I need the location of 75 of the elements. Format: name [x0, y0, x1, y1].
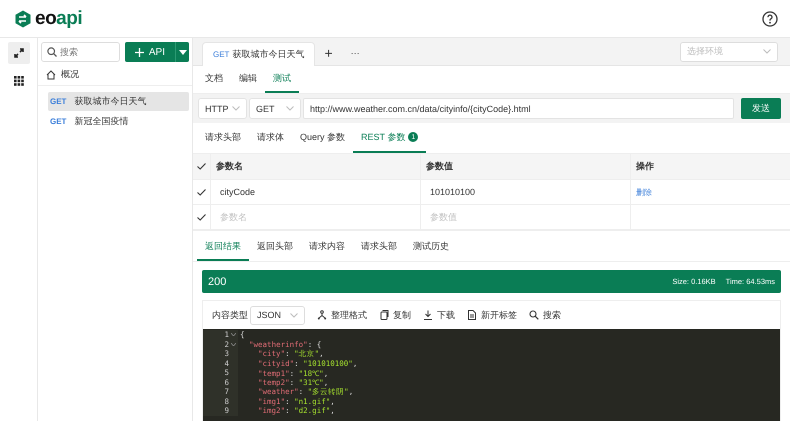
chevron-icon [286, 106, 294, 111]
toolbar-button[interactable]: 搜索 [529, 308, 561, 322]
mode-tab[interactable]: 文档 [197, 66, 231, 93]
response-tab[interactable]: 返回头部 [249, 234, 301, 261]
column-header: 参数值 [426, 160, 453, 173]
status-code: 200 [208, 276, 226, 288]
home-icon [46, 70, 56, 80]
overview-item[interactable]: 概况 [38, 64, 192, 86]
copy-icon [379, 310, 389, 320]
api-list-item[interactable]: GET 新冠全国疫情 [48, 112, 189, 131]
param-tab[interactable]: Query 参数 [292, 123, 354, 153]
response-tab[interactable]: 请求内容 [301, 234, 353, 261]
row-checkbox[interactable] [196, 187, 206, 197]
search-icon [47, 47, 57, 57]
toolbar-button[interactable]: 下载 [423, 308, 455, 322]
toolbar-button[interactable]: 复制 [379, 308, 411, 322]
search-icon [529, 310, 539, 320]
more-button[interactable]: ··· [342, 41, 369, 65]
search-field[interactable]: 搜索 [41, 42, 120, 62]
method-label: GET [50, 97, 66, 106]
param-value-field[interactable]: 101010100 [426, 187, 625, 197]
chevron-icon [290, 312, 298, 318]
api-name: 新冠全国疫情 [74, 115, 128, 128]
column-header: 参数名 [216, 160, 243, 173]
add-tab-button[interactable]: + [315, 41, 342, 65]
grid-icon [14, 76, 24, 86]
select-value: JSON [257, 310, 282, 320]
logo-icon [14, 10, 32, 28]
caret-icon [178, 50, 186, 54]
url-field[interactable]: http://www.weather.com.cn/data/cityinfo/{cityCode}.html [303, 98, 734, 119]
check-icon [197, 163, 206, 170]
select-value: GET [256, 104, 275, 114]
param-name-field[interactable]: cityCode [216, 187, 415, 197]
method-label: GET [50, 117, 66, 126]
select-all-checkbox[interactable] [196, 162, 206, 172]
select-value: HTTP [205, 104, 228, 114]
toolbar-button[interactable]: 整理格式 [317, 308, 367, 322]
content-type-select[interactable]: JSON [250, 306, 305, 324]
plus-icon [134, 48, 144, 56]
arrows-icon [14, 48, 24, 58]
toolbar-button[interactable]: 新开标签 [467, 308, 517, 322]
response-tab[interactable]: 返回结果 [197, 234, 249, 261]
check-icon [197, 188, 206, 196]
fold-icon [231, 333, 236, 336]
protocol-select[interactable]: HTTP [198, 98, 247, 119]
column-header: 操作 [636, 160, 654, 173]
row-checkbox[interactable] [196, 212, 206, 222]
content-type-label: 内容类型 [212, 308, 248, 322]
check-icon [197, 214, 206, 220]
help-icon [762, 10, 778, 26]
response-tab[interactable]: 测试历史 [405, 234, 457, 261]
chevron-icon [232, 106, 240, 111]
tab-title: 获取城市今日天气 [232, 48, 304, 61]
mode-tab[interactable]: 编辑 [231, 66, 265, 93]
delete-link[interactable]: 删除 [636, 186, 652, 198]
select-placeholder: 选择环境 [687, 45, 723, 58]
fold-icon [231, 342, 236, 346]
download-icon [423, 310, 433, 320]
document-icon [467, 310, 477, 320]
tree-icon [317, 310, 327, 320]
api-list-item[interactable]: GET 获取城市今日天气 [48, 92, 189, 111]
send-button[interactable]: 发送 [741, 98, 781, 119]
response-tab[interactable]: 请求头部 [353, 234, 405, 261]
method-select[interactable]: GET [249, 98, 301, 119]
dropdown-button[interactable] [175, 42, 189, 62]
api-nav-button[interactable] [8, 42, 30, 64]
api-name: 获取城市今日天气 [74, 95, 146, 108]
param-name-field[interactable]: 参数名 [216, 212, 415, 222]
logo-text: eoapi [35, 8, 82, 30]
request-tab[interactable]: GET 获取城市今日天气 [202, 42, 316, 66]
chevron-icon [763, 49, 771, 54]
param-tab[interactable]: 请求头部 [197, 123, 249, 153]
param-tab[interactable]: 请求体 [249, 123, 292, 153]
method-label: GET [213, 50, 230, 59]
param-value-field[interactable]: 参数值 [426, 212, 625, 222]
